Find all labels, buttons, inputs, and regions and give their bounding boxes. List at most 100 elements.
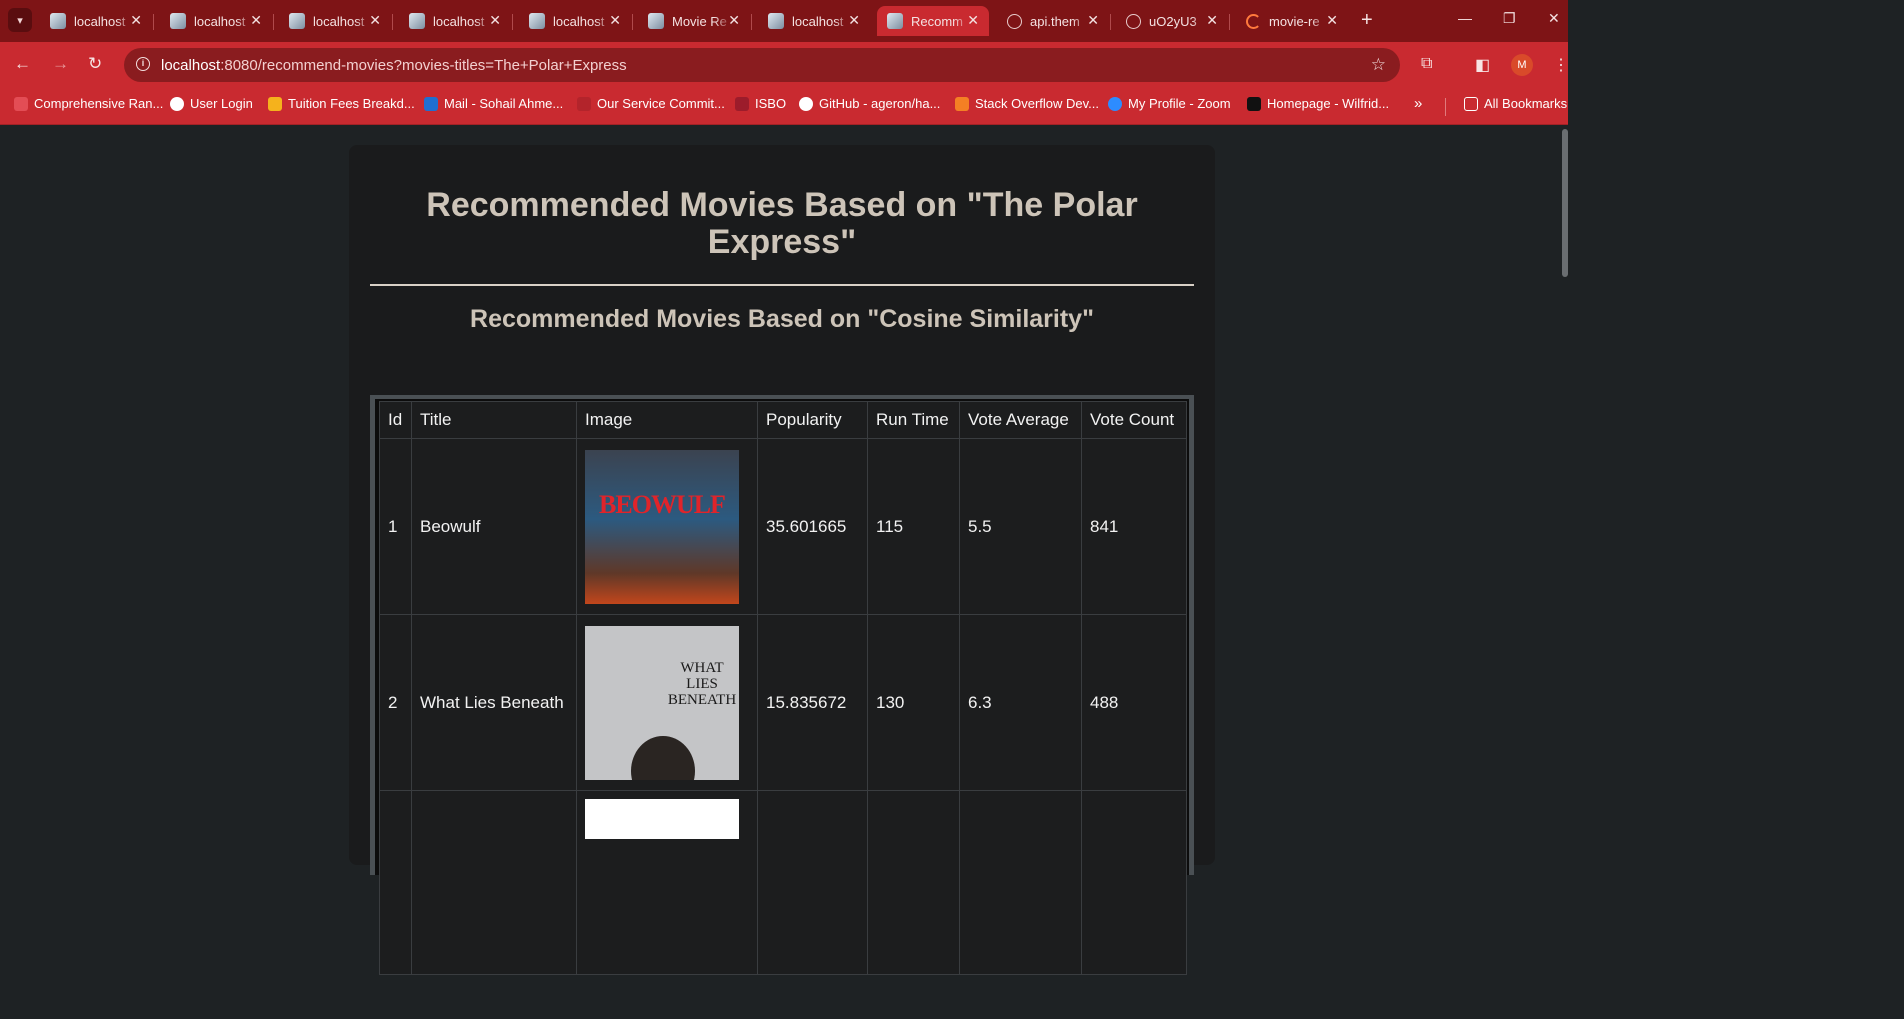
cell-vote-average [959, 790, 1082, 975]
column-header: Vote Average [959, 401, 1082, 439]
close-icon[interactable]: ✕ [1087, 12, 1099, 29]
tab-title: localhost [792, 13, 844, 29]
tab-title: Movie Re [672, 13, 727, 29]
tab-title: uO2yU3 [1149, 13, 1197, 29]
bookmark-item[interactable]: Stack Overflow Dev... [955, 96, 1099, 111]
close-icon[interactable]: ✕ [967, 12, 979, 29]
globe-icon [1007, 13, 1022, 29]
tab[interactable]: uO2yU3 ✕ [1116, 6, 1230, 36]
tab[interactable]: movie-re ✕ [1236, 6, 1348, 36]
cell-vote-average: 6.3 [959, 614, 1082, 791]
tab[interactable]: localhost ✕ [758, 6, 870, 36]
tab[interactable]: localhost ✕ [399, 6, 513, 36]
bookmark-icon [735, 96, 749, 111]
page-content: Recommended Movies Based on "The Polar E… [0, 125, 1568, 975]
column-header: Vote Count [1081, 401, 1187, 439]
bookmark-item[interactable]: Tuition Fees Breakd... [268, 96, 415, 111]
avatar[interactable]: M [1511, 54, 1533, 76]
close-icon[interactable]: ✕ [609, 12, 621, 29]
column-header: Popularity [757, 401, 868, 439]
site-info-icon[interactable]: i [136, 57, 150, 71]
movie-poster: WHAT LIES BENEATH [585, 625, 739, 780]
movie-poster: BEOWULF [585, 449, 739, 604]
stackoverflow-icon [955, 96, 969, 111]
cell-id: 2 [379, 614, 412, 791]
close-icon[interactable]: ✕ [1326, 12, 1338, 29]
app-icon [50, 13, 66, 29]
app-icon [768, 13, 784, 29]
tab[interactable]: localhost ✕ [279, 6, 393, 36]
bookmark-item[interactable]: Homepage - Wilfrid... [1247, 96, 1389, 111]
bookmarks-overflow-icon[interactable]: » [1414, 95, 1422, 112]
app-icon [887, 13, 903, 29]
forward-icon[interactable]: → [52, 54, 69, 74]
bookmark-item[interactable]: Mail - Sohail Ahme... [424, 96, 563, 111]
loading-icon [1246, 13, 1261, 29]
menu-icon[interactable]: ⋮ [1553, 55, 1569, 75]
bookmark-item[interactable]: User Login [170, 96, 253, 111]
app-icon [289, 13, 305, 29]
restore-icon[interactable]: ❐ [1503, 10, 1516, 27]
tab[interactable]: api.them ✕ [997, 6, 1111, 36]
cell-vote-count [1081, 790, 1187, 975]
close-icon[interactable]: ✕ [130, 12, 142, 29]
url-text[interactable]: localhost:8080/recommend-movies?movies-t… [161, 57, 627, 74]
d2l-icon [1247, 96, 1261, 111]
minimize-icon[interactable]: — [1458, 10, 1472, 26]
tab-search-button[interactable]: ▾ [8, 8, 32, 32]
app-icon [409, 13, 425, 29]
globe-icon [1126, 13, 1141, 29]
cell-runtime: 130 [867, 614, 960, 791]
tab-active[interactable]: Recomm ✕ [877, 6, 989, 36]
tab-title: movie-re [1269, 13, 1320, 29]
outlook-icon [424, 96, 438, 111]
tab[interactable]: localhost ✕ [519, 6, 633, 36]
cell-vote-count: 488 [1081, 614, 1187, 791]
cell-title: Beowulf [411, 438, 577, 615]
address-bar[interactable]: i localhost:8080/recommend-movies?movies… [124, 48, 1400, 82]
tab[interactable]: localhost ✕ [40, 6, 154, 36]
zoom-icon [1108, 96, 1122, 111]
bookmark-item[interactable]: Our Service Commit... [577, 96, 725, 111]
close-icon[interactable]: ✕ [250, 12, 262, 29]
extensions-icon[interactable]: ⧉ [1421, 55, 1432, 73]
cell-title [411, 790, 577, 975]
all-bookmarks[interactable]: All Bookmarks [1464, 96, 1567, 111]
tab[interactable]: localhost ✕ [160, 6, 274, 36]
page-scrollbar[interactable] [1562, 129, 1568, 277]
bookmark-item[interactable]: ISBO [735, 96, 786, 111]
bookmark-item[interactable]: GitHub - ageron/ha... [799, 96, 940, 111]
side-panel-icon[interactable]: ◧ [1475, 55, 1490, 75]
tab-title: localhost [74, 13, 126, 29]
browser-toolbar: ← → ↻ i localhost:8080/recommend-movies?… [0, 42, 1569, 88]
column-header: Title [411, 401, 577, 439]
table-row [379, 790, 1187, 975]
close-icon[interactable]: ✕ [489, 12, 501, 29]
close-icon[interactable]: ✕ [728, 12, 740, 29]
cell-runtime [867, 790, 960, 975]
cell-title: What Lies Beneath [411, 614, 577, 791]
bookmark-item[interactable]: Comprehensive Ran... [14, 96, 163, 111]
tab[interactable]: Movie Re ✕ [638, 6, 752, 36]
table-row: 1 Beowulf BEOWULF 35.601665 115 5.5 841 [379, 438, 1187, 615]
new-tab-button[interactable]: + [1361, 10, 1373, 30]
back-icon[interactable]: ← [14, 54, 31, 74]
divider [370, 284, 1194, 286]
cell-id: 1 [379, 438, 412, 615]
movie-poster [585, 799, 739, 839]
bookmark-icon [14, 96, 28, 111]
close-icon[interactable]: ✕ [369, 12, 381, 29]
column-header: Run Time [867, 401, 960, 439]
bookmark-item[interactable]: My Profile - Zoom [1108, 96, 1231, 111]
bookmark-star-icon[interactable]: ☆ [1371, 55, 1386, 75]
reload-icon[interactable]: ↻ [88, 54, 102, 74]
globe-icon [170, 96, 184, 111]
folder-icon [1464, 96, 1478, 111]
close-icon[interactable]: ✕ [1206, 12, 1218, 29]
tab-title: localhost [433, 13, 485, 29]
bookmarks-bar: Comprehensive Ran... User Login Tuition … [0, 88, 1568, 125]
close-icon[interactable]: ✕ [848, 12, 860, 29]
cell-popularity: 35.601665 [757, 438, 868, 615]
close-window-icon[interactable]: ✕ [1548, 10, 1560, 27]
cell-image: WHAT LIES BENEATH [576, 614, 758, 791]
